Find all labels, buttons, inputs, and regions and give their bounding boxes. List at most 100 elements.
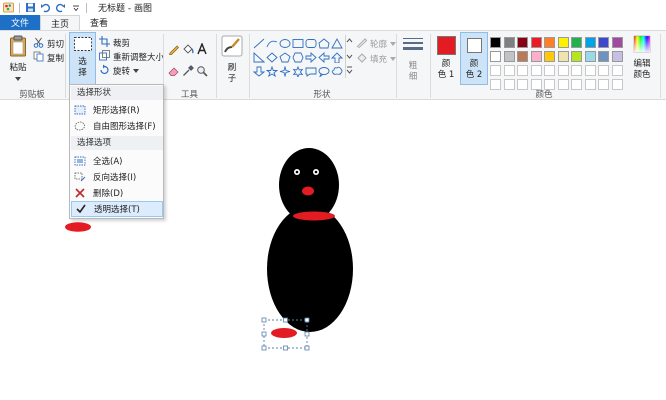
palette-swatch[interactable]: [557, 51, 569, 62]
palette-swatch[interactable]: [517, 37, 528, 48]
redo-icon[interactable]: [55, 2, 66, 13]
palette-swatch[interactable]: [611, 37, 623, 48]
fill-label: 填充: [370, 55, 388, 65]
fill-bucket-icon[interactable]: [182, 43, 194, 55]
palette-custom-slot[interactable]: [544, 65, 555, 76]
menu-label: 反向选择(I): [93, 173, 137, 183]
paste-button[interactable]: 粘贴: [5, 35, 31, 85]
menu-label: 全选(A): [93, 157, 123, 167]
palette-swatch[interactable]: [557, 37, 569, 48]
outline-button[interactable]: 轮廓: [356, 37, 397, 51]
shape-triangle-icon[interactable]: [331, 38, 343, 49]
menu-item-freeform-select[interactable]: 自由图形选择(F): [71, 118, 163, 134]
palette-custom-slot[interactable]: [503, 65, 515, 76]
menu-item-rect-select[interactable]: 矩形选择(R): [71, 102, 163, 118]
palette-swatch[interactable]: [571, 37, 582, 48]
tab-home[interactable]: 主页: [40, 15, 81, 30]
tab-view[interactable]: 查看: [80, 15, 118, 30]
size-button[interactable]: 粗 细: [400, 37, 426, 83]
select-dropdown-menu: 选择形状 矩形选择(R) 自由图形选择(F) 选择选项 全选(A) 反向选择(I…: [69, 84, 164, 219]
palette-swatch[interactable]: [503, 37, 515, 48]
shape-right-arrow-icon[interactable]: [305, 52, 317, 63]
titlebar-divider: [86, 2, 87, 13]
cut-button[interactable]: 剪切: [33, 37, 64, 51]
brushes-button[interactable]: 刷 子: [219, 35, 245, 85]
tools-group-label: 工具: [180, 90, 198, 100]
shape-curve-icon[interactable]: [266, 38, 278, 49]
shape-pentagon-icon[interactable]: [279, 52, 291, 63]
shape-left-arrow-icon[interactable]: [318, 52, 330, 63]
save-icon[interactable]: [25, 2, 36, 13]
palette-custom-slot[interactable]: [571, 65, 582, 76]
menu-item-delete[interactable]: 删除(D): [71, 185, 163, 201]
palette-custom-slot[interactable]: [557, 65, 569, 76]
menu-item-transparent-select[interactable]: 透明选择(T): [71, 201, 163, 217]
copy-button[interactable]: 复制: [33, 51, 64, 65]
palette-swatch[interactable]: [530, 51, 542, 62]
shape-line-icon[interactable]: [253, 38, 265, 49]
rotate-button[interactable]: 旋转: [99, 64, 140, 78]
palette-swatch[interactable]: [530, 37, 542, 48]
palette-custom-slot[interactable]: [611, 65, 623, 76]
shape-polygon-icon[interactable]: [318, 38, 330, 49]
shape-four-point-star-icon[interactable]: [266, 66, 278, 77]
shape-oval-icon[interactable]: [279, 38, 291, 49]
shape-six-point-star-icon[interactable]: [292, 66, 304, 77]
tab-file[interactable]: 文件: [0, 15, 41, 30]
shape-oval-callout-icon[interactable]: [318, 66, 330, 77]
palette-custom-slot[interactable]: [584, 65, 596, 76]
palette-swatch[interactable]: [544, 51, 555, 62]
color-2-button[interactable]: 颜 色 2: [460, 32, 488, 85]
shape-cloud-callout-icon[interactable]: [331, 66, 343, 77]
pencil-icon[interactable]: [168, 43, 180, 55]
quick-access-dropdown-icon[interactable]: [70, 2, 81, 13]
palette-custom-slot[interactable]: [517, 65, 528, 76]
palette-swatch[interactable]: [571, 51, 582, 62]
edit-colors-button[interactable]: 编辑 颜色: [630, 35, 654, 81]
menu-item-select-all[interactable]: 全选(A): [71, 153, 163, 169]
magnifier-icon[interactable]: [196, 65, 208, 77]
color-1-button[interactable]: 颜 色 1: [433, 34, 459, 85]
palette-custom-slot[interactable]: [530, 65, 542, 76]
shapes-gallery-scroll[interactable]: [345, 35, 353, 78]
figure-beak: [302, 186, 314, 196]
palette-swatch[interactable]: [584, 37, 596, 48]
brushes-label-line2: 子: [227, 74, 237, 84]
undo-icon[interactable]: [40, 2, 51, 13]
shape-diamond-icon[interactable]: [266, 52, 278, 63]
shape-down-arrow-icon[interactable]: [253, 66, 265, 77]
color-picker-icon[interactable]: [182, 65, 194, 77]
resize-button[interactable]: 重新调整大小: [99, 50, 164, 64]
palette-swatch[interactable]: [517, 51, 528, 62]
shape-rectangle-icon[interactable]: [292, 38, 304, 49]
palette-swatch[interactable]: [611, 51, 623, 62]
palette-swatch[interactable]: [598, 37, 609, 48]
palette-custom-slot[interactable]: [598, 65, 609, 76]
menu-item-invert-select[interactable]: 反向选择(I): [71, 169, 163, 185]
shape-rect-callout-icon[interactable]: [305, 66, 317, 77]
palette-swatch[interactable]: [503, 51, 515, 62]
shapes-group-label: 形状: [313, 90, 331, 100]
edit-colors-label-line2: 颜色: [633, 70, 651, 80]
palette-swatch[interactable]: [544, 37, 555, 48]
shape-rounded-rectangle-icon[interactable]: [305, 38, 317, 49]
shape-five-point-star-icon[interactable]: [279, 66, 291, 77]
menu-label: 矩形选择(R): [93, 106, 140, 116]
fill-button[interactable]: 填充: [356, 52, 397, 66]
palette-swatch[interactable]: [490, 51, 501, 62]
palette-custom-slot[interactable]: [490, 65, 501, 76]
palette-swatch[interactable]: [584, 51, 596, 62]
palette-swatch[interactable]: [490, 37, 501, 48]
paint-app-icon[interactable]: [3, 2, 14, 13]
text-tool-icon[interactable]: [196, 43, 208, 55]
crop-button[interactable]: 裁剪: [99, 36, 130, 50]
shape-right-triangle-icon[interactable]: [253, 52, 265, 63]
selection-handle: [304, 317, 310, 323]
resize-icon: [99, 50, 110, 64]
selection-handle: [283, 345, 288, 351]
eraser-icon[interactable]: [168, 65, 180, 77]
shape-hexagon-icon[interactable]: [292, 52, 304, 63]
shape-up-arrow-icon[interactable]: [331, 52, 343, 63]
palette-swatch[interactable]: [598, 51, 609, 62]
select-button[interactable]: 选 择: [69, 32, 96, 85]
